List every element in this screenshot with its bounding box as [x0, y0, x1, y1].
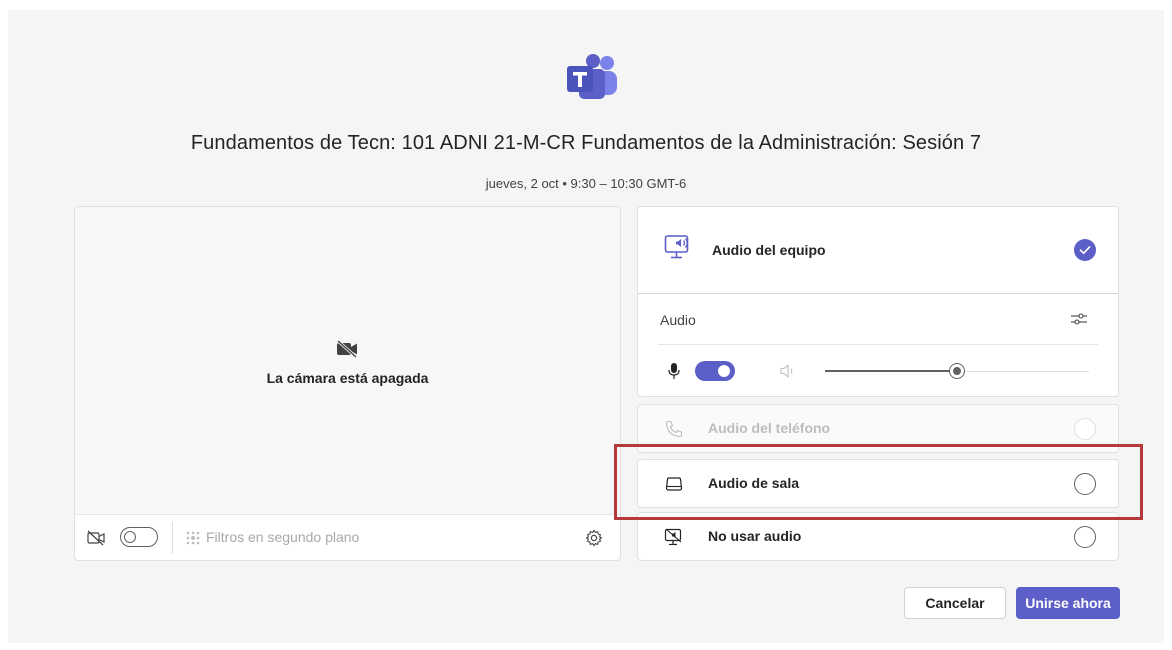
- computer-audio-icon: [664, 235, 689, 259]
- check-icon: [1079, 246, 1091, 255]
- meeting-title: Fundamentos de Tecn: 101 ADNI 21-M-CR Fu…: [190, 132, 982, 154]
- computer-audio-selected-indicator: [1074, 239, 1096, 261]
- mic-toggle[interactable]: [695, 361, 735, 381]
- meeting-datetime: jueves, 2 oct • 9:30 – 10:30 GMT-6: [485, 176, 687, 191]
- mic-toggle-knob: [718, 365, 730, 377]
- mic-icon: [668, 363, 680, 379]
- filters-icon: [186, 531, 200, 545]
- speaker-icon: [780, 364, 793, 378]
- computer-audio-card: Audio del equipo Audio: [637, 206, 1119, 397]
- sliders-icon[interactable]: [1070, 310, 1088, 328]
- phone-icon: [665, 420, 683, 438]
- no-audio-radio[interactable]: [1074, 526, 1096, 548]
- join-now-button[interactable]: Unirse ahora: [1016, 587, 1120, 619]
- phone-audio-option[interactable]: Audio del teléfono: [637, 404, 1119, 453]
- room-audio-icon: [665, 477, 683, 491]
- video-preview-card: La cámara está apagada Filtros en segund…: [74, 206, 621, 561]
- room-audio-radio[interactable]: [1074, 473, 1096, 495]
- toolbar-divider: [172, 522, 173, 554]
- cancel-button[interactable]: Cancelar: [904, 587, 1006, 619]
- audio-divider: [658, 344, 1098, 345]
- room-audio-option[interactable]: Audio de sala: [637, 459, 1119, 508]
- room-audio-label: Audio de sala: [708, 475, 800, 491]
- computer-audio-label: Audio del equipo: [712, 242, 826, 258]
- camera-off-icon: [337, 340, 357, 358]
- video-preview-area: La cámara está apagada: [75, 207, 620, 515]
- phone-audio-radio[interactable]: [1074, 418, 1096, 440]
- no-audio-icon: [664, 528, 682, 546]
- audio-settings-label: Audio: [660, 312, 696, 328]
- no-audio-option[interactable]: No usar audio: [637, 512, 1119, 561]
- teams-logo-icon: [567, 54, 617, 99]
- camera-off-small-icon: [87, 530, 105, 546]
- preview-toolbar: Filtros en segundo plano: [75, 515, 620, 560]
- computer-audio-option[interactable]: Audio del equipo: [638, 207, 1118, 294]
- phone-audio-label: Audio del teléfono: [708, 420, 831, 436]
- volume-fill: [825, 370, 957, 372]
- gear-icon[interactable]: [585, 529, 603, 547]
- camera-off-label: La cámara está apagada: [266, 370, 429, 386]
- volume-slider-thumb[interactable]: [949, 363, 965, 379]
- camera-toggle[interactable]: [120, 527, 158, 547]
- background-filters-button[interactable]: Filtros en segundo plano: [206, 529, 359, 545]
- camera-toggle-knob: [124, 531, 136, 543]
- no-audio-label: No usar audio: [708, 528, 802, 544]
